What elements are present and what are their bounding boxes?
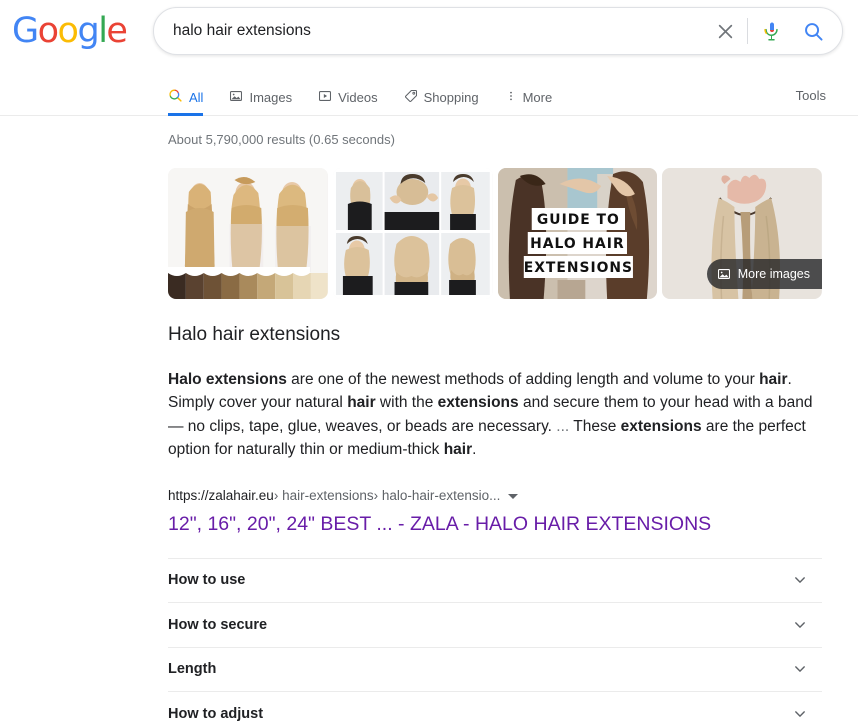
more-vertical-icon [505,89,517,106]
accordion-label: Length [168,661,217,678]
google-logo[interactable]: Google [12,11,128,51]
snippet-segment-2: hair [759,370,788,388]
tab-videos[interactable]: Videos [318,75,378,116]
result-stats: About 5,790,000 results (0.65 seconds) [168,132,395,147]
result-host: https://zalahair.eu [168,487,274,503]
microphone-icon[interactable] [757,14,787,48]
search-bar[interactable] [153,7,843,55]
chevron-down-icon[interactable] [790,659,810,679]
search-divider [747,18,748,44]
accordion-row[interactable]: How to secure [168,602,822,646]
answer-title: Halo hair extensions [168,323,341,345]
accordion-row[interactable]: Length [168,646,822,691]
logo-letter-o2: o [57,11,79,51]
logo-letter-e: e [106,11,128,51]
snippet-segment-4: hair [347,394,376,412]
tab-shopping-label: Shopping [423,89,479,105]
snippet-segment-5: with the [375,394,438,412]
tab-all[interactable]: All [168,75,204,116]
logo-letter-g2: g [77,11,99,51]
answer-snippet: Halo extensions are one of the newest me… [168,368,818,462]
result-url: https://zalahair.eu › hair-extensions › … [168,487,858,506]
logo-letter-o1: o [37,11,59,51]
search-icon [168,88,183,106]
result-breadcrumb-2: › halo-hair-extensio... [373,487,501,503]
image-tile-4[interactable]: More images [662,167,822,299]
image-results-strip: GUIDE TO HALO HAIR EXTENSIONS More image… [168,167,822,299]
page-header: Google [0,0,858,75]
snippet-segment-6: extensions [437,394,519,412]
snippet-segment-0: Halo extensions [168,370,287,388]
snippet-segment-8: ... [556,417,574,435]
search-nav-bar: All Images Videos Shopping More Tools [0,75,858,116]
search-results: About 5,790,000 results (0.65 seconds) G… [0,116,858,725]
close-icon[interactable] [708,14,742,48]
tab-shopping[interactable]: Shopping [404,75,479,116]
chevron-down-icon[interactable] [790,704,810,724]
tab-more[interactable]: More [505,75,553,116]
result-title-link[interactable]: 12", 16", 20", 24" BEST ... - ZALA - HAL… [168,511,858,537]
snippet-segment-13: . [472,441,477,459]
video-icon [318,89,332,106]
image-tile-3[interactable]: GUIDE TO HALO HAIR EXTENSIONS [497,167,658,299]
caret-down-icon[interactable] [508,493,519,499]
accordion-label: How to use [168,572,246,589]
more-images-label: More images [737,266,810,281]
tools-button[interactable]: Tools [796,75,826,116]
search-input[interactable] [154,8,708,54]
more-images-button[interactable]: More images [706,258,822,289]
svg-text:EXTENSIONS: EXTENSIONS [523,260,632,276]
snippet-segment-1: are one of the newest methods of adding … [286,370,760,388]
tab-videos-label: Videos [338,89,378,105]
image-tile-1[interactable] [168,167,328,299]
chevron-down-icon[interactable] [790,570,810,590]
logo-letter-g1: G [12,11,39,51]
search-actions [708,14,842,48]
result-breadcrumb-1: › hair-extensions [273,487,374,503]
svg-text:HALO HAIR: HALO HAIR [530,236,625,252]
snippet-segment-12: hair [443,441,473,459]
snippet-segment-9: These [573,417,621,435]
accordion-row[interactable]: How to use [168,557,822,602]
tag-icon [404,89,418,106]
search-submit-icon[interactable] [798,14,828,48]
related-questions-accordion: How to use How to secure Length How to adju… [168,557,822,725]
tab-images-label: Images [249,89,293,105]
accordion-row[interactable]: How to adjust [168,690,822,725]
tab-more-label: More [522,89,553,105]
tab-all-label: All [189,89,204,105]
tab-images[interactable]: Images [229,75,292,116]
chevron-down-icon[interactable] [790,615,810,635]
image-tile-2[interactable] [332,167,493,299]
nav-tabs: All Images Videos Shopping More [168,75,578,116]
accordion-label: How to secure [168,616,268,633]
accordion-label: How to adjust [168,705,264,722]
svg-text:GUIDE TO: GUIDE TO [536,212,619,228]
image-icon [229,89,243,106]
image-icon [717,267,731,281]
snippet-segment-10: extensions [620,417,702,435]
